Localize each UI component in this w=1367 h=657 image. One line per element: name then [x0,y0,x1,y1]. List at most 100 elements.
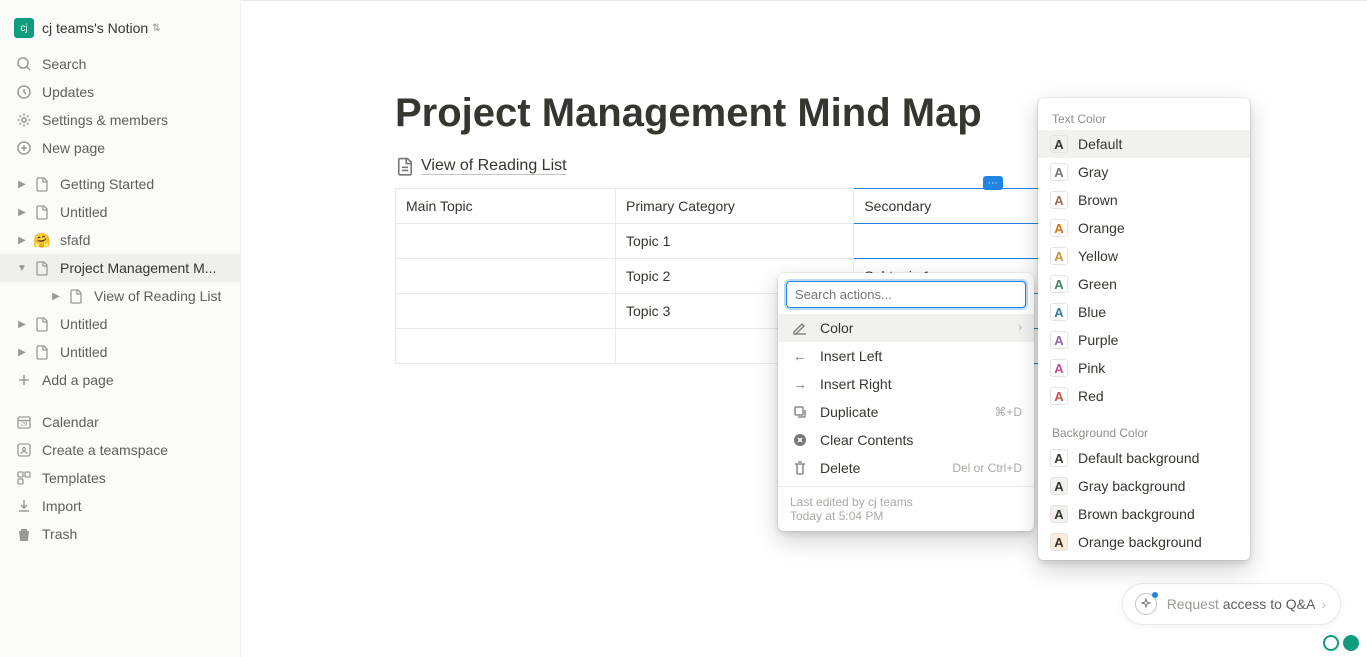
color-option-pink[interactable]: APink [1038,354,1250,382]
trash-icon [14,524,34,544]
color-option-gray[interactable]: AGray [1038,158,1250,186]
color-swatch-icon: A [1050,219,1068,237]
page-icon [66,286,86,306]
color-swatch-icon: A [1050,359,1068,377]
page-untitled-2[interactable]: ▶ Untitled [0,310,240,338]
action-menu-footer: Last edited by cj teams Today at 5:04 PM [778,486,1034,525]
color-swatch-icon: A [1050,331,1068,349]
svg-text:29: 29 [21,422,28,428]
color-option-blue[interactable]: ABlue [1038,298,1250,326]
chevron-right-icon[interactable]: ▶ [14,207,30,218]
color-option-green[interactable]: AGreen [1038,270,1250,298]
action-clear-contents[interactable]: Clear Contents [778,426,1034,454]
page-getting-started[interactable]: ▶ Getting Started [0,170,240,198]
table-header[interactable]: Main Topic [396,189,616,224]
bg-option-brown-background[interactable]: ABrown background [1038,500,1250,528]
duplicate-icon [790,404,810,420]
page-icon [395,156,415,176]
color-swatch-icon: A [1050,275,1068,293]
page-untitled-3[interactable]: ▶ Untitled [0,338,240,366]
help-dot-icon[interactable] [1323,635,1339,651]
page-icon [32,174,52,194]
color-swatch-icon: A [1050,387,1068,405]
column-handle[interactable]: ⋯ [983,176,1003,190]
settings-button[interactable]: Settings & members [0,106,240,134]
color-swatch-icon: A [1050,191,1068,209]
bg-color-heading: Background Color [1038,420,1250,444]
action-search-wrapper [786,281,1026,308]
color-icon [790,320,810,336]
new-page-button[interactable]: New page [0,134,240,162]
emoji-icon: 🤗 [32,230,52,250]
trash-button[interactable]: Trash [0,520,240,548]
help-dot-icon[interactable] [1343,635,1359,651]
chevron-right-icon[interactable]: ▶ [14,319,30,330]
page-title[interactable]: Project Management Mind Map [395,91,1133,136]
search-button[interactable]: Search [0,50,240,78]
chevron-right-icon: › [1018,322,1022,334]
chevron-right-icon[interactable]: ▶ [48,291,64,302]
color-swatch-icon: A [1050,505,1068,523]
clear-icon [790,432,810,448]
page-sfafd[interactable]: ▶ 🤗 sfafd [0,226,240,254]
color-submenu: Text Color ADefaultAGrayABrownAOrangeAYe… [1038,98,1250,560]
page-icon [32,258,52,278]
action-duplicate[interactable]: Duplicate ⌘+D [778,398,1034,426]
color-option-red[interactable]: ARed [1038,382,1250,410]
color-option-orange[interactable]: AOrange [1038,214,1250,242]
chevron-right-icon[interactable]: ▶ [14,179,30,190]
color-option-yellow[interactable]: AYellow [1038,242,1250,270]
bg-option-gray-background[interactable]: AGray background [1038,472,1250,500]
color-option-purple[interactable]: APurple [1038,326,1250,354]
updates-button[interactable]: Updates [0,78,240,106]
chevron-right-icon: › [1321,596,1326,612]
action-insert-left[interactable]: ← Insert Left [778,342,1034,370]
page-untitled-1[interactable]: ▶ Untitled [0,198,240,226]
teamspace-icon [14,440,34,460]
bg-option-orange-background[interactable]: AOrange background [1038,528,1250,556]
sparkle-icon [1135,593,1157,615]
chevron-right-icon[interactable]: ▶ [14,347,30,358]
page-icon [32,314,52,334]
color-swatch-icon: A [1050,449,1068,467]
workspace-icon: cj [14,18,34,38]
chevron-updown-icon: ⇅ [152,23,160,34]
templates-button[interactable]: Templates [0,464,240,492]
table-row[interactable]: Topic 1 [396,224,1133,259]
action-search-input[interactable] [786,281,1026,308]
create-teamspace-button[interactable]: Create a teamspace [0,436,240,464]
chevron-down-icon[interactable]: ▼ [14,263,30,274]
color-swatch-icon: A [1050,247,1068,265]
action-color[interactable]: Color › [778,314,1034,342]
color-swatch-icon: A [1050,533,1068,551]
workspace-name: cj teams's Notion [42,20,148,36]
action-menu: Color › ← Insert Left → Insert Right Dup… [778,273,1034,531]
clock-icon [14,82,34,102]
table-header[interactable]: Primary Category [616,189,854,224]
bg-option-default-background[interactable]: ADefault background [1038,444,1250,472]
color-option-brown[interactable]: ABrown [1038,186,1250,214]
help-buttons[interactable] [1323,635,1359,651]
templates-icon [14,468,34,488]
page-project-management[interactable]: ▼ Project Management M... [0,254,240,282]
import-button[interactable]: Import [0,492,240,520]
arrow-left-icon: ← [790,348,810,364]
add-page-button[interactable]: Add a page [0,366,240,394]
color-swatch-icon: A [1050,303,1068,321]
color-option-default[interactable]: ADefault [1038,130,1250,158]
arrow-right-icon: → [790,376,810,392]
workspace-switcher[interactable]: cj cj teams's Notion ⇅ [0,10,240,42]
plus-icon [14,370,34,390]
calendar-icon: 29 [14,412,34,432]
subtitle-link[interactable]: View of Reading List [395,156,1133,176]
chevron-right-icon[interactable]: ▶ [14,235,30,246]
sidebar: cj cj teams's Notion ⇅ Search Updates Se… [0,0,241,657]
action-delete[interactable]: Delete Del or Ctrl+D [778,454,1034,482]
page-view-reading-list[interactable]: ▶ View of Reading List [0,282,240,310]
calendar-button[interactable]: 29 Calendar [0,408,240,436]
qa-request-button[interactable]: Request access to Q&A › [1122,583,1341,625]
table-header-row: Main Topic Primary Category ⋯ Secondary [396,189,1133,224]
qa-text: Request access to Q&A [1167,596,1316,612]
action-insert-right[interactable]: → Insert Right [778,370,1034,398]
search-icon [14,54,34,74]
